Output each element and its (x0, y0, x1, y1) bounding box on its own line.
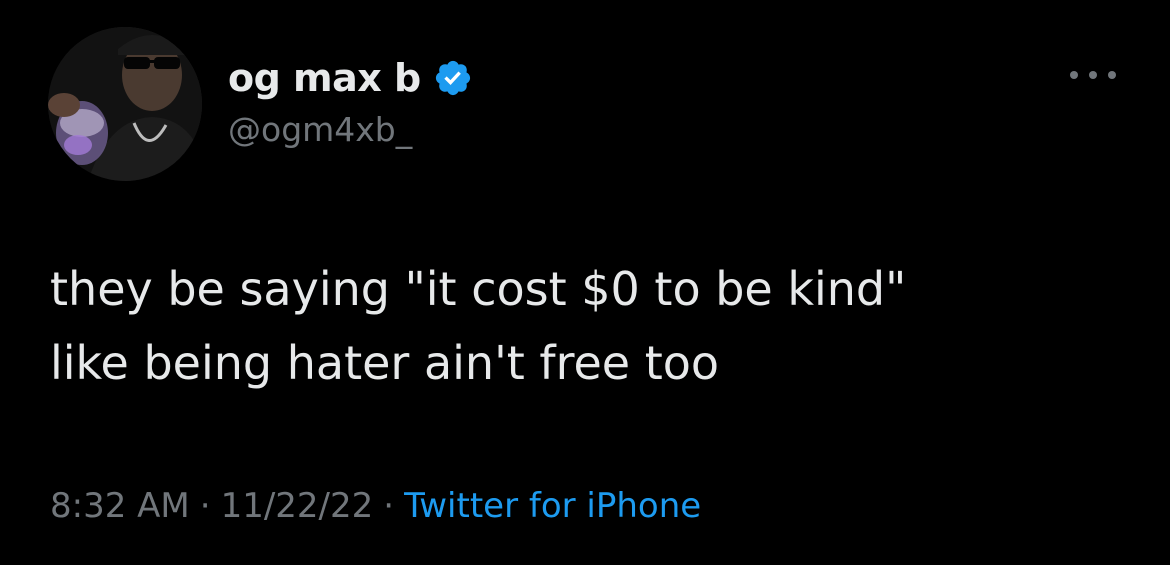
meta-separator: · (199, 486, 211, 526)
verified-badge-icon (433, 58, 473, 98)
more-dot (1108, 71, 1116, 79)
tweet-time[interactable]: 8:32 AM (50, 486, 190, 526)
display-name[interactable]: og max b (228, 56, 421, 100)
name-row: og max b (228, 52, 473, 104)
more-dot (1070, 71, 1078, 79)
tweet-text-line: like being hater ain't free too (50, 336, 720, 390)
tweet-text: they be saying "it cost $0 to be kind" l… (50, 252, 1140, 400)
user-handle[interactable]: @ogm4xb_ (228, 110, 473, 149)
avatar[interactable] (48, 27, 202, 181)
tweet-text-line: they be saying "it cost $0 to be kind" (50, 262, 907, 316)
tweet-source-link[interactable]: Twitter for iPhone (404, 486, 701, 526)
avatar-image (48, 27, 202, 181)
more-options-icon[interactable] (1070, 63, 1116, 87)
more-dot (1089, 71, 1097, 79)
tweet-metadata: 8:32 AM · 11/22/22 · Twitter for iPhone (50, 486, 701, 526)
tweet-card: og max b @ogm4xb_ they be saying "it cos… (0, 0, 1170, 565)
user-info: og max b @ogm4xb_ (228, 52, 473, 149)
meta-separator: · (383, 486, 395, 526)
tweet-date[interactable]: 11/22/22 (221, 486, 374, 526)
